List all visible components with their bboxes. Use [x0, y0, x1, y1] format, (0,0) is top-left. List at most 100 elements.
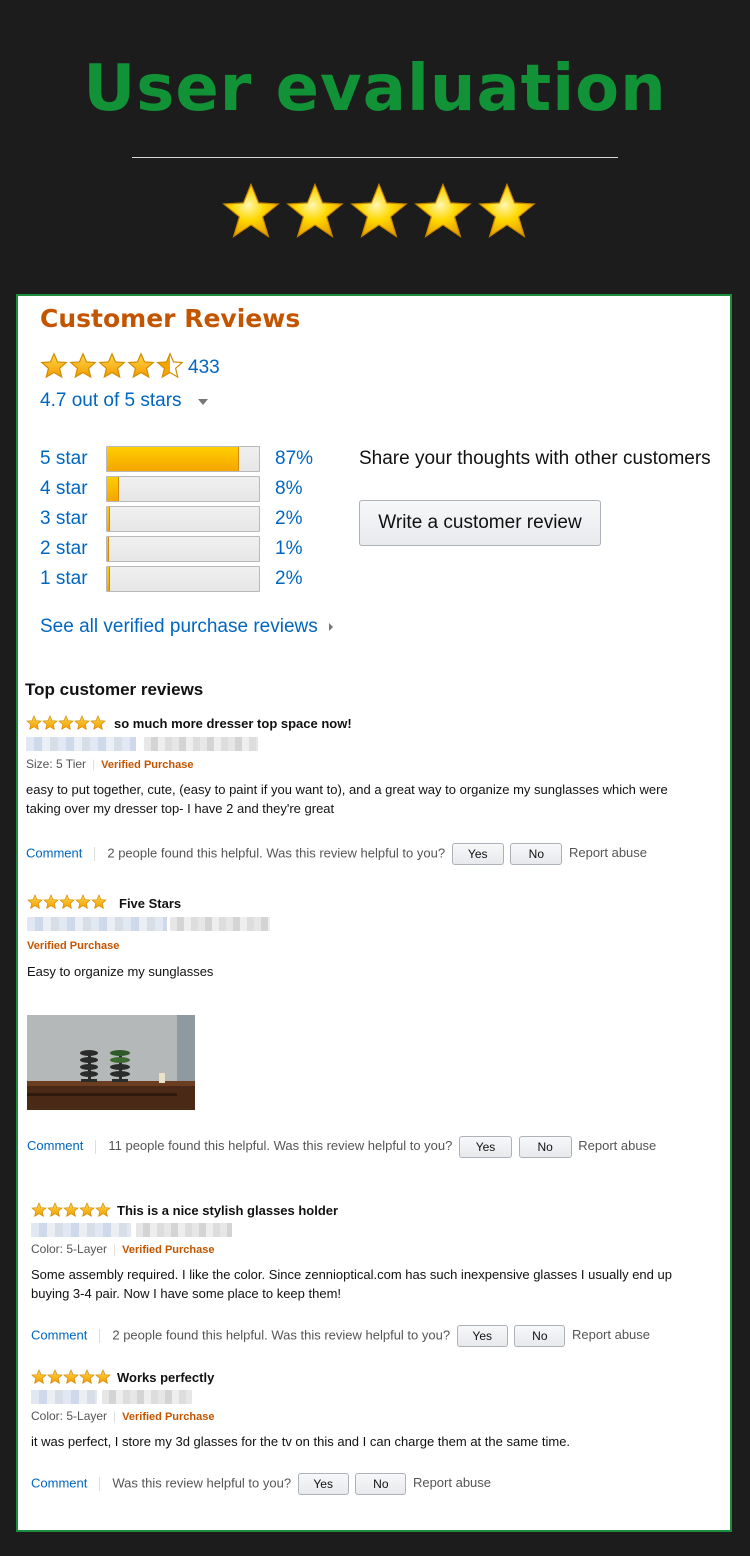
review-actions: Comment 2 people found this helpful. Was …: [31, 1325, 650, 1347]
review-actions: Comment 2 people found this helpful. Was …: [26, 843, 647, 865]
star-icon: [91, 894, 107, 910]
histogram-row-5[interactable]: 5 star 87%: [40, 446, 340, 474]
review-photo[interactable]: [27, 1015, 195, 1110]
verified-purchase-badge: Verified Purchase: [122, 1411, 215, 1423]
histogram-label[interactable]: 3 star: [40, 508, 88, 530]
review-title[interactable]: Five Stars: [119, 896, 181, 911]
review-body: easy to put together, cute, (easy to pai…: [26, 782, 668, 816]
review-body: it was perfect, I store my 3d glasses fo…: [31, 1434, 571, 1449]
review-actions: Comment 11 people found this helpful. Was…: [27, 1134, 677, 1158]
report-abuse-link[interactable]: Report abuse: [413, 1475, 491, 1490]
histogram-row-1[interactable]: 1 star 2%: [40, 566, 340, 594]
helpful-text: Was this review helpful to you?: [112, 1475, 292, 1491]
star-icon: [42, 715, 58, 731]
chevron-right-icon: [329, 623, 333, 631]
helpful-no-button[interactable]: No: [518, 1135, 572, 1158]
histogram-row-2[interactable]: 2 star 1%: [40, 536, 340, 564]
star-icon: [127, 352, 155, 379]
verified-purchase-badge: Verified Purchase: [101, 759, 194, 771]
review-date-blurred: [102, 1390, 192, 1404]
review-title[interactable]: Works perfectly: [117, 1370, 214, 1385]
histogram-fill: [107, 507, 111, 531]
histogram-bar[interactable]: [106, 566, 260, 592]
star-icon: [31, 1202, 47, 1218]
helpful-yes-button[interactable]: Yes: [456, 1325, 508, 1347]
variant-label: Color: 5-Layer: [31, 1242, 108, 1256]
reviews-panel: Customer Reviews 433 4.7 out of 5 stars …: [16, 294, 732, 1532]
star-icon: [58, 715, 74, 731]
half-star-icon: [156, 352, 184, 379]
histogram-label[interactable]: 5 star: [40, 448, 88, 470]
review-date-blurred: [170, 917, 270, 931]
helpful-no-button[interactable]: No: [514, 1325, 566, 1347]
star-icon: [350, 182, 408, 238]
reviewer-name-blurred: [26, 737, 136, 751]
histogram-percent[interactable]: 87%: [275, 448, 313, 470]
star-icon: [478, 182, 536, 238]
star-icon: [98, 352, 126, 379]
review-actions: Comment Was this review helpful to you? Y…: [31, 1473, 491, 1495]
review-title[interactable]: so much more dresser top space now!: [114, 716, 352, 731]
star-icon: [95, 1202, 111, 1218]
chevron-down-icon[interactable]: [198, 399, 208, 405]
average-rating-link[interactable]: 4.7 out of 5 stars: [40, 390, 182, 412]
star-icon: [63, 1202, 79, 1218]
star-icon: [27, 894, 43, 910]
helpful-yes-button[interactable]: Yes: [458, 1135, 512, 1158]
reviewer-name-blurred: [31, 1390, 97, 1404]
star-icon: [95, 1369, 111, 1385]
hero-divider: [132, 157, 618, 158]
helpful-no-button[interactable]: No: [510, 843, 563, 865]
histogram-percent[interactable]: 2%: [275, 568, 302, 590]
helpful-text: 2 people found this helpful. Was this re…: [107, 845, 446, 861]
star-icon: [222, 182, 280, 238]
variant-label: Size: 5 Tier: [26, 757, 87, 771]
comment-link[interactable]: Comment: [31, 1475, 87, 1490]
histogram-label[interactable]: 2 star: [40, 538, 88, 560]
histogram-bar[interactable]: [106, 536, 260, 562]
histogram-bar[interactable]: [106, 476, 260, 502]
helpful-text: 2 people found this helpful. Was this re…: [112, 1327, 451, 1343]
comment-link[interactable]: Comment: [31, 1327, 87, 1342]
star-icon: [63, 1369, 79, 1385]
review-meta: Color: 5-Layer | Verified Purchase: [31, 1409, 215, 1423]
see-all-verified-link[interactable]: See all verified purchase reviews: [40, 616, 318, 638]
histogram-label[interactable]: 1 star: [40, 568, 88, 590]
star-icon: [47, 1202, 63, 1218]
review-rating-stars[interactable]: [31, 1202, 111, 1218]
helpful-yes-button[interactable]: Yes: [297, 1473, 349, 1495]
write-review-button[interactable]: Write a customer review: [359, 500, 601, 546]
histogram-row-3[interactable]: 3 star 2%: [40, 506, 340, 534]
star-icon: [59, 894, 75, 910]
review-date-blurred: [144, 737, 258, 751]
review-rating-stars[interactable]: [31, 1369, 111, 1385]
histogram-fill: [107, 537, 110, 561]
histogram-bar[interactable]: [106, 506, 260, 532]
review-title[interactable]: This is a nice stylish glasses holder: [117, 1203, 338, 1218]
review-count-link[interactable]: 433: [188, 357, 220, 379]
star-icon: [74, 715, 90, 731]
review-rating-stars[interactable]: [27, 894, 107, 910]
star-icon: [90, 715, 106, 731]
histogram-percent[interactable]: 2%: [275, 508, 302, 530]
histogram-percent[interactable]: 1%: [275, 538, 302, 560]
helpful-no-button[interactable]: No: [355, 1473, 407, 1495]
star-icon: [43, 894, 59, 910]
average-rating-stars[interactable]: [40, 352, 184, 380]
report-abuse-link[interactable]: Report abuse: [578, 1138, 656, 1153]
comment-link[interactable]: Comment: [27, 1138, 83, 1153]
star-icon: [75, 894, 91, 910]
histogram-bar[interactable]: [106, 446, 260, 472]
review-body: Some assembly required. I like the color…: [31, 1267, 672, 1301]
variant-label: Color: 5-Layer: [31, 1409, 108, 1423]
histogram-row-4[interactable]: 4 star 8%: [40, 476, 340, 504]
comment-link[interactable]: Comment: [26, 845, 82, 860]
review-photo-image: [27, 1015, 195, 1110]
report-abuse-link[interactable]: Report abuse: [572, 1327, 650, 1342]
histogram-percent[interactable]: 8%: [275, 478, 302, 500]
star-icon: [31, 1369, 47, 1385]
histogram-label[interactable]: 4 star: [40, 478, 88, 500]
review-rating-stars[interactable]: [26, 715, 106, 731]
report-abuse-link[interactable]: Report abuse: [569, 845, 647, 860]
helpful-yes-button[interactable]: Yes: [451, 843, 504, 865]
